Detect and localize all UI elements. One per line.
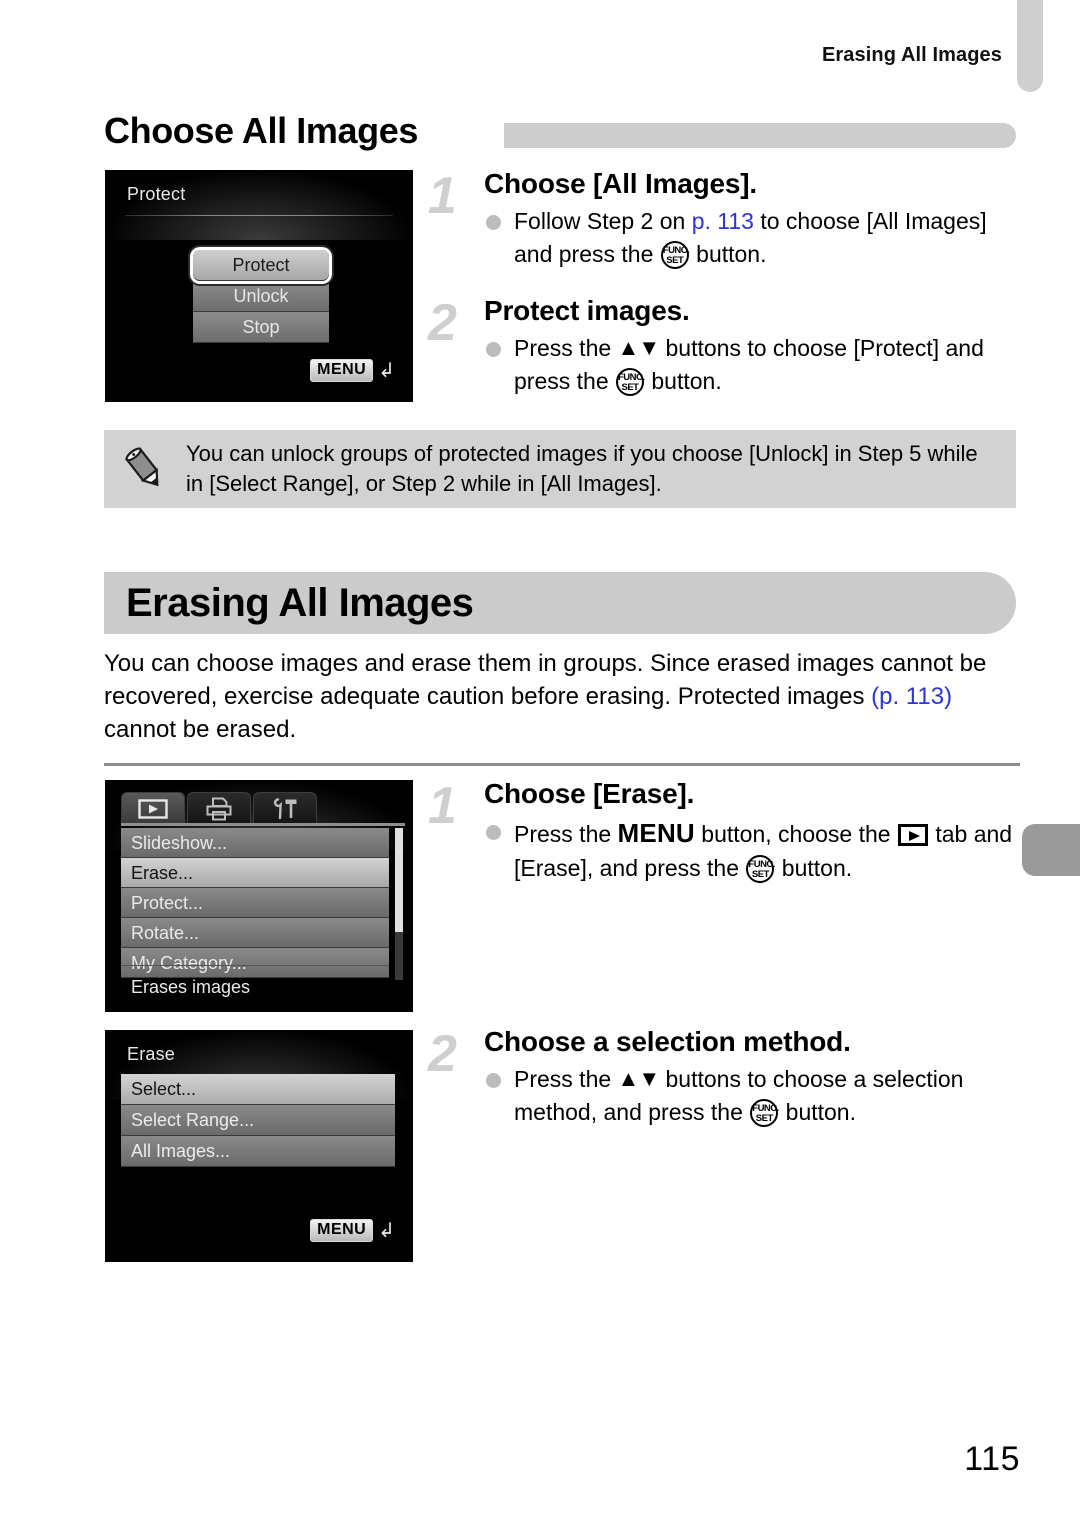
up-down-buttons-icon: ▲▼: [617, 335, 661, 361]
note-text: You can unlock groups of protected image…: [186, 440, 978, 496]
bullet-icon: [486, 1073, 501, 1089]
menu-chip-label: MENU: [310, 359, 374, 382]
step-text-part3: button.: [645, 368, 722, 395]
step-erase-1: 1 Choose [Erase]. Press the MENU button,…: [428, 778, 1024, 885]
menu-item-my-category[interactable]: My Category...: [121, 948, 389, 978]
func-set-icon: FUNC. SET: [616, 368, 645, 397]
func-set-bottom: SET: [621, 382, 639, 394]
step-number: 1: [428, 167, 457, 225]
step-title: Protect images.: [484, 295, 690, 326]
playback-menu-list: Slideshow... Erase... Protect... Rotate.…: [121, 828, 389, 978]
return-arrow-icon: ↲: [378, 1219, 395, 1242]
menu-item-rotate[interactable]: Rotate...: [121, 918, 389, 948]
hint-divider: [121, 965, 389, 966]
menu-button-label: MENU: [617, 818, 695, 849]
bullet-icon: [486, 215, 501, 231]
func-set-icon: FUNC. SET: [660, 241, 690, 270]
step-title: Choose [All Images].: [484, 168, 757, 199]
step-text-part3: button.: [779, 1099, 856, 1126]
settings-tab[interactable]: [253, 792, 317, 824]
step-erase-2: 2 Choose a selection method. Press the ▲…: [428, 1026, 1024, 1129]
screen-glow: [105, 170, 413, 240]
step-text-part4: button.: [775, 855, 853, 882]
erase-option-select-range[interactable]: Select Range...: [121, 1105, 395, 1136]
page-edge-tab-chapter: [1022, 824, 1080, 876]
note-box: You can unlock groups of protected image…: [104, 430, 1016, 508]
step-number: 2: [428, 294, 457, 352]
intro-text-part2: cannot be erased.: [104, 715, 297, 743]
menu-item-slideshow[interactable]: Slideshow...: [121, 828, 389, 858]
step-number: 1: [428, 777, 457, 835]
step-text-part1: Follow Step 2 on: [514, 208, 692, 235]
step-body: Press the MENU button, choose the tab an…: [484, 815, 1024, 885]
erase-option-select[interactable]: Select...: [121, 1074, 395, 1105]
playback-tab[interactable]: [121, 792, 185, 824]
step-number: 2: [428, 1025, 457, 1083]
func-set-bottom: SET: [751, 869, 769, 881]
step-text-part3: button.: [689, 241, 767, 268]
func-set-icon: FUNC. SET: [750, 1099, 779, 1128]
subsection-heading-row: Choose All Images: [104, 110, 1016, 158]
menu-return-badge: MENU ↲: [310, 1219, 395, 1242]
menu-hint-text: Erases images: [131, 977, 251, 997]
section-title: Erasing All Images: [126, 580, 474, 625]
return-arrow-icon: ↲: [378, 359, 395, 382]
erase-screen-mockup: Erase Select... Select Range... All Imag…: [105, 1030, 413, 1262]
screen-divider: [125, 215, 393, 216]
protect-screen-title: Protect: [127, 184, 186, 204]
menu-chip-label: MENU: [310, 1219, 374, 1242]
section-banner: Erasing All Images: [104, 572, 1016, 634]
step-protect-1: 1 Choose [All Images]. Follow Step 2 on …: [428, 168, 1024, 271]
subsection-title: Choose All Images: [104, 110, 418, 151]
protect-option-unlock[interactable]: Unlock: [193, 281, 329, 312]
menu-scrollbar-thumb[interactable]: [395, 828, 403, 932]
protect-option-list: Protect Unlock Stop: [193, 250, 329, 343]
bullet-icon: [486, 342, 501, 358]
erase-option-all-images[interactable]: All Images...: [121, 1136, 395, 1167]
bullet-icon: [486, 825, 501, 841]
horizontal-divider: [104, 763, 1020, 766]
func-set-icon: FUNC. SET: [746, 855, 775, 884]
step-text-part1: Press the: [514, 335, 618, 362]
running-header: Erasing All Images: [821, 44, 1002, 66]
step-body: Press the ▲▼ buttons to choose a selecti…: [484, 1063, 1024, 1128]
page-reference-link[interactable]: p. 113: [692, 208, 754, 234]
playback-menu-screen-mockup: Slideshow... Erase... Protect... Rotate.…: [105, 780, 413, 1012]
step-title: Choose [Erase].: [484, 778, 695, 809]
subsection-bar: [504, 123, 1016, 148]
pencil-icon: [104, 446, 186, 492]
step-protect-2: 2 Protect images. Press the ▲▼ buttons t…: [428, 295, 1024, 398]
up-down-buttons-icon: ▲▼: [617, 1066, 661, 1092]
protect-screen-mockup: Protect Protect Unlock Stop MENU ↲: [105, 170, 413, 402]
step-body: Press the ▲▼ buttons to choose [Protect]…: [484, 332, 1024, 397]
playback-tab-icon: [897, 824, 928, 847]
menu-tab-bar: [121, 790, 405, 824]
page-number: 115: [964, 1440, 1020, 1478]
step-body: Follow Step 2 on p. 113 to choose [All I…: [484, 205, 1024, 270]
step-text-part1: Press the: [514, 821, 618, 848]
erase-option-list: Select... Select Range... All Images...: [121, 1074, 395, 1167]
protect-option-protect[interactable]: Protect: [193, 250, 329, 281]
intro-text-part1: You can choose images and erase them in …: [104, 650, 987, 710]
page-reference-link[interactable]: (p. 113): [871, 683, 952, 710]
step-title: Choose a selection method.: [484, 1026, 851, 1057]
step-text-part1: Press the: [514, 1066, 618, 1093]
tab-underline: [121, 823, 405, 826]
protect-option-stop[interactable]: Stop: [193, 312, 329, 343]
step-text-part2: button, choose the: [694, 821, 897, 848]
func-set-bottom: SET: [755, 1113, 773, 1125]
menu-return-badge: MENU ↲: [310, 359, 395, 382]
func-set-bottom: SET: [666, 255, 684, 267]
print-tab[interactable]: [187, 792, 251, 824]
menu-item-erase[interactable]: Erase...: [121, 858, 389, 888]
menu-item-protect[interactable]: Protect...: [121, 888, 389, 918]
erase-screen-title: Erase: [127, 1044, 176, 1064]
section-intro-paragraph: You can choose images and erase them in …: [104, 648, 1022, 747]
page-edge-tab-top: [1017, 0, 1043, 92]
